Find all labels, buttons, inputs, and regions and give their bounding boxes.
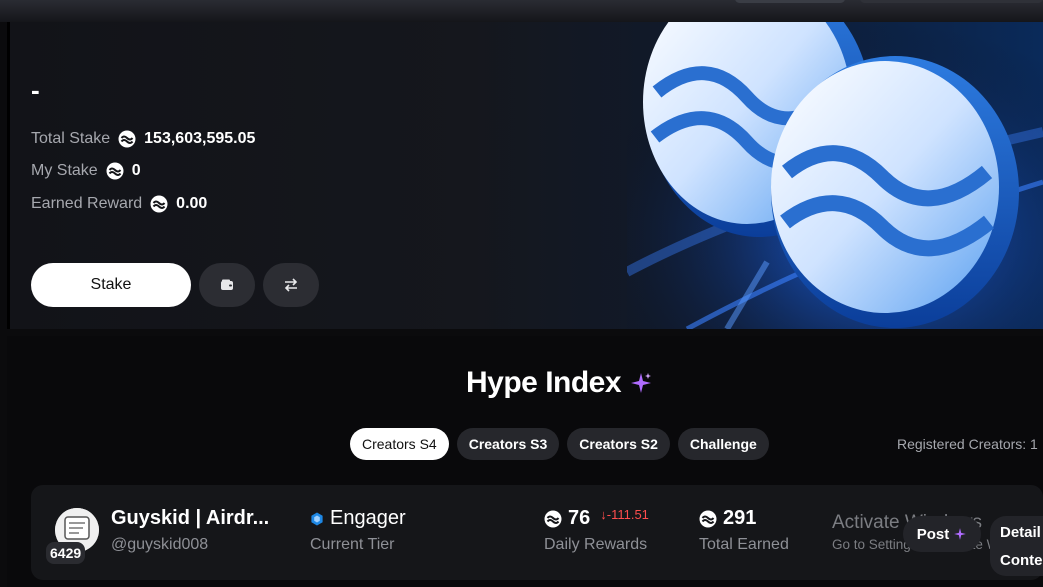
- detail-button-label: Detail: [1000, 524, 1041, 541]
- creator-name[interactable]: Guyskid | Airdr...: [111, 507, 269, 530]
- swap-icon: [284, 278, 298, 292]
- post-button-label: Post: [916, 525, 950, 543]
- total-stake-row: Total Stake 153,603,595.05: [31, 130, 255, 148]
- detail-content-button[interactable]: Detail Conte: [990, 516, 1043, 576]
- daily-rewards-value: 76 ↓-111.51: [544, 507, 649, 530]
- rank-badge: 6429: [46, 542, 86, 564]
- tier-name: Engager: [330, 507, 406, 529]
- blurred-tab: [735, 0, 845, 3]
- total-stake-label: Total Stake: [31, 130, 111, 147]
- sui-token-icon: [106, 162, 124, 180]
- earned-reward-label: Earned Reward: [31, 195, 143, 212]
- total-stake-value: 153,603,595.05: [144, 130, 256, 147]
- wallet-icon: [221, 279, 233, 290]
- tab-creators-s4[interactable]: Creators S4: [350, 428, 449, 460]
- sui-token-icon: [150, 195, 168, 213]
- tier-label: Current Tier: [310, 536, 395, 553]
- detail-button-label-2: Conte: [1000, 552, 1043, 569]
- earned-reward-value: 0.00: [176, 195, 208, 212]
- sparkle-icon: [954, 528, 967, 540]
- stake-button[interactable]: Stake: [31, 263, 191, 307]
- engager-tier-icon: [311, 512, 323, 525]
- my-stake-row: My Stake 0: [31, 162, 141, 180]
- tab-creators-s3[interactable]: Creators S3: [456, 428, 560, 460]
- my-stake-value: 0: [131, 162, 141, 179]
- sui-token-icon: [118, 130, 136, 148]
- sui-token-icon: [699, 510, 717, 527]
- staking-hero-panel: - Total Stake 153,603,595.05 My Stake 0 …: [7, 22, 1043, 329]
- creator-name-placeholder: -: [31, 75, 40, 105]
- tab-challenge[interactable]: Challenge: [677, 428, 769, 460]
- tab-creators-s2[interactable]: Creators S2: [567, 428, 670, 460]
- browser-top-bar: [0, 0, 1043, 22]
- creator-handle: @guyskid008: [111, 536, 209, 553]
- earned-reward-row: Earned Reward 0.00: [31, 195, 207, 213]
- hype-index-heading: Hype Index: [466, 366, 653, 400]
- tier-value: Engager: [310, 507, 406, 530]
- total-earned-number: 291: [723, 507, 757, 529]
- registered-creators-count: Registered Creators: 1: [897, 436, 1038, 452]
- divider: [7, 22, 10, 329]
- swap-button[interactable]: [263, 263, 319, 307]
- total-earned-label: Total Earned: [699, 536, 789, 553]
- blurred-tab: [860, 0, 1043, 3]
- daily-rewards-label: Daily Rewards: [544, 536, 648, 553]
- daily-rewards-number: 76: [568, 507, 591, 529]
- page-title: Hype Index: [466, 366, 622, 399]
- post-button[interactable]: Post: [903, 516, 981, 552]
- season-tabs: Creators S4 Creators S3 Creators S2 Chal…: [350, 428, 769, 460]
- sui-coins-illustration: [627, 22, 1043, 329]
- my-stake-label: My Stake: [31, 162, 98, 179]
- total-earned-value: 291: [699, 507, 756, 530]
- wallet-button[interactable]: [199, 263, 255, 307]
- sparkle-icon: [631, 373, 652, 393]
- daily-rewards-delta: ↓-111.51: [600, 507, 649, 522]
- sui-token-icon: [544, 510, 562, 527]
